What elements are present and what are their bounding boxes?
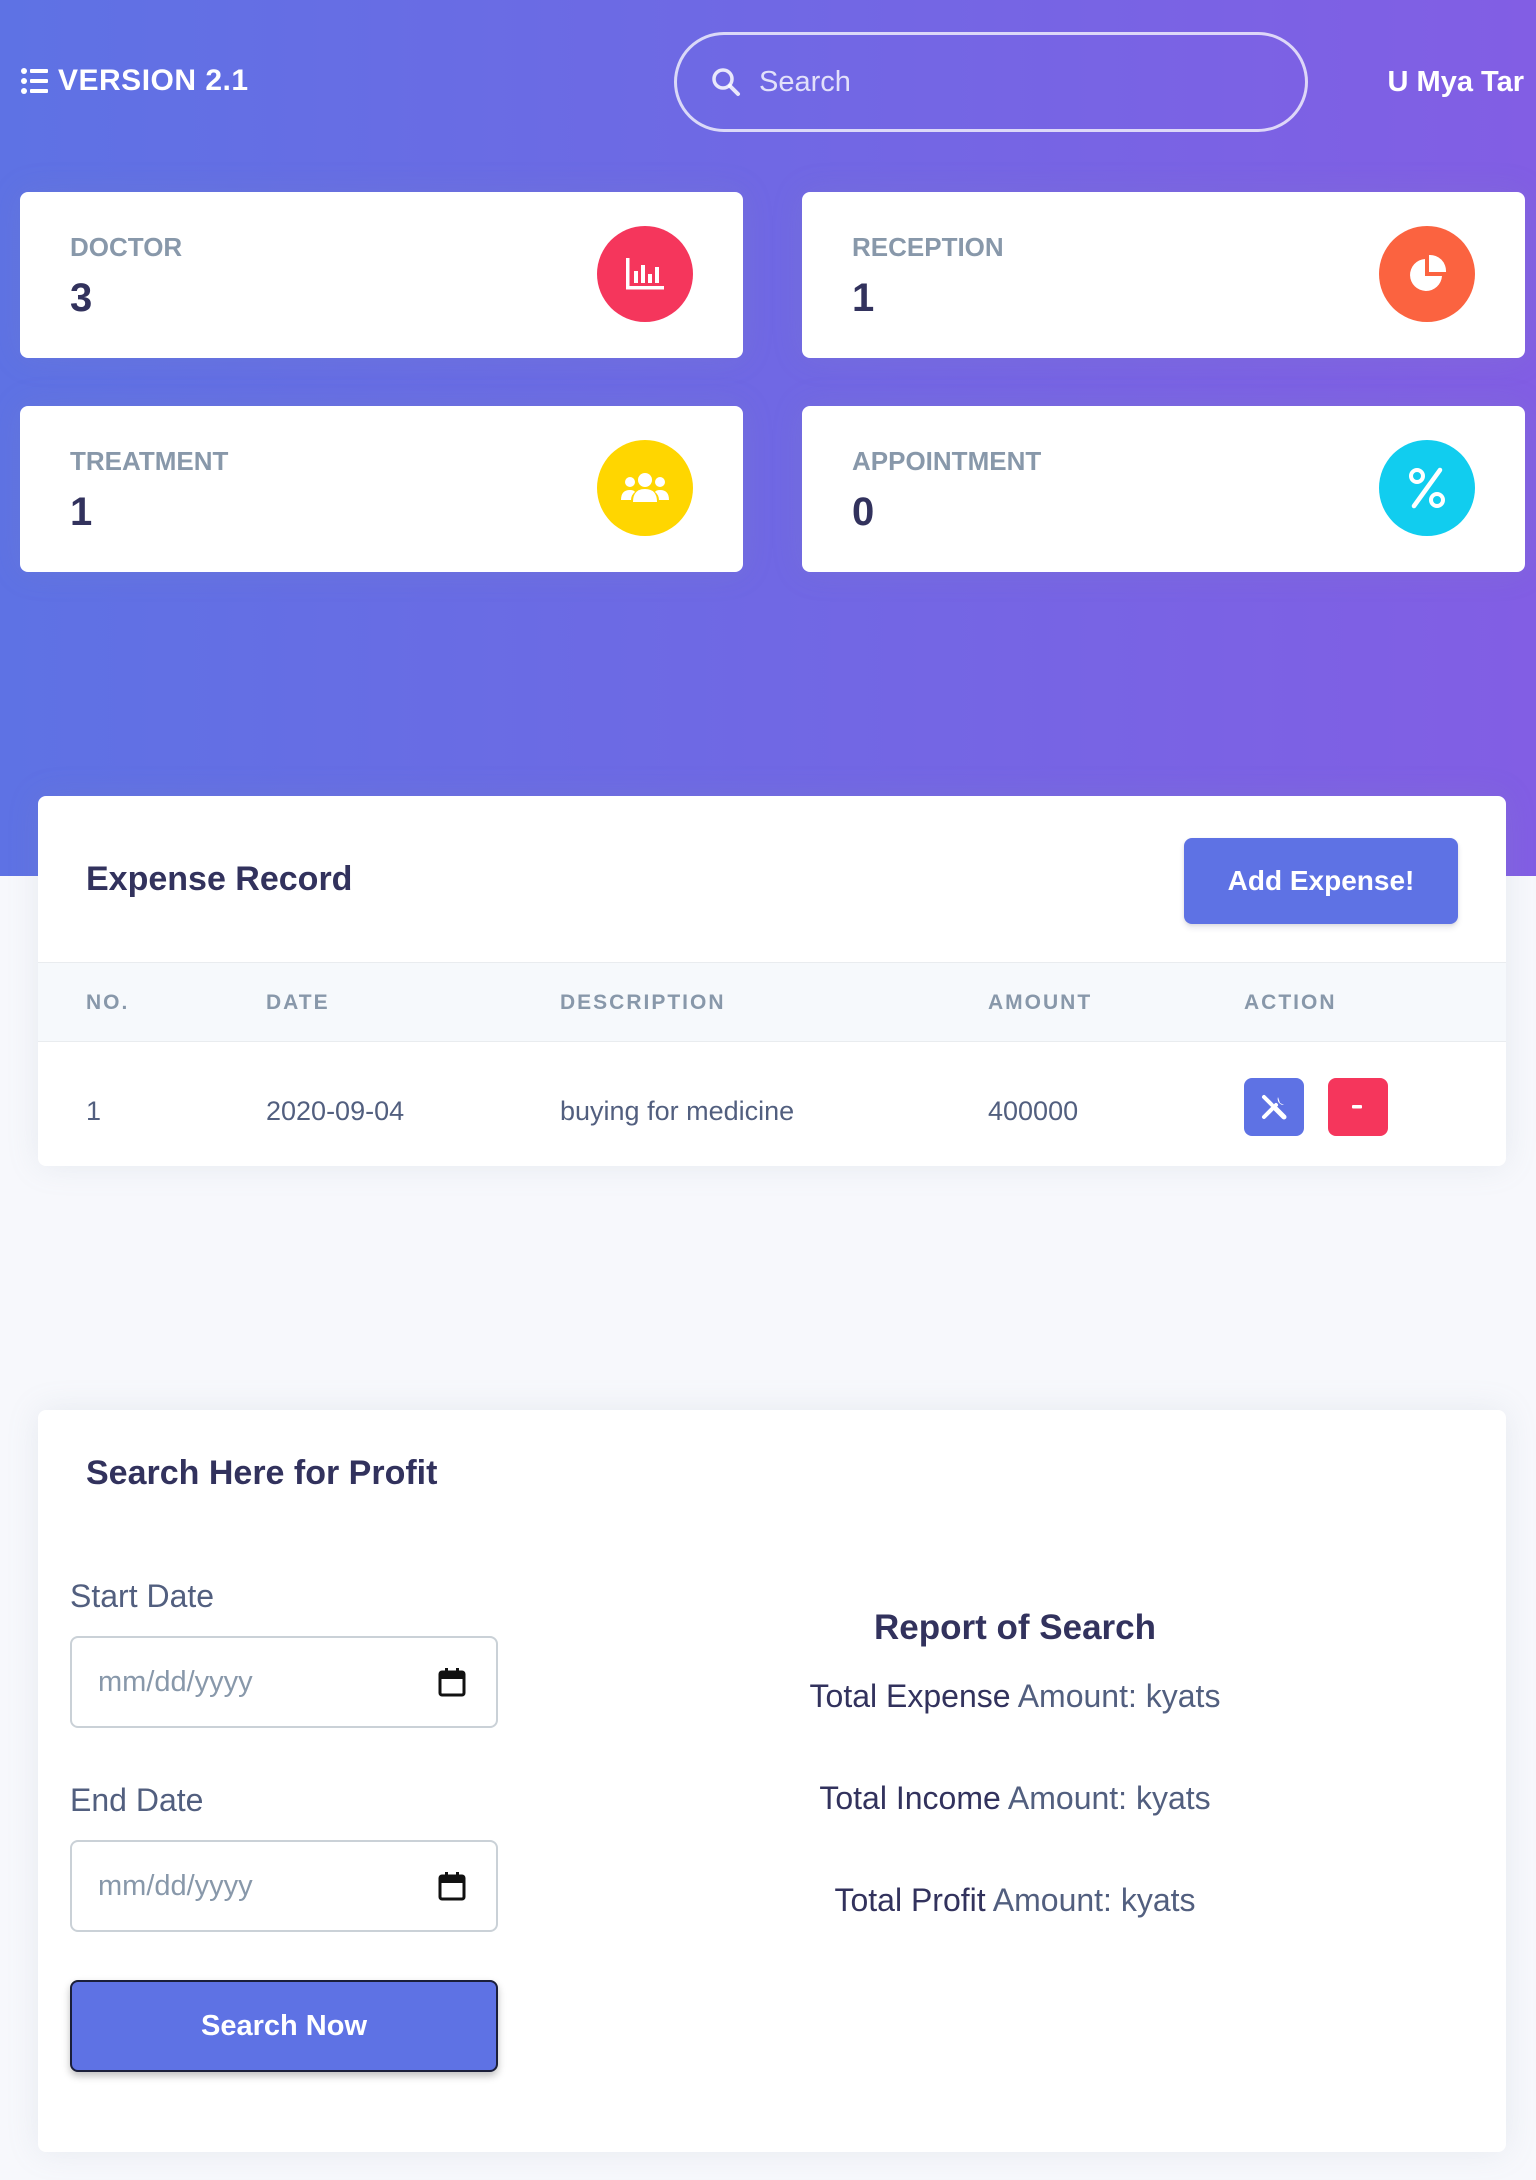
brand-label: VERSION 2.1: [58, 64, 249, 97]
column-header-date: DATE: [266, 991, 330, 1014]
report-label: Total Profit: [834, 1882, 986, 1918]
stat-value: 3: [70, 276, 93, 320]
end-date-input[interactable]: mm/dd/yyyy: [70, 1840, 498, 1932]
column-header-no: NO.: [86, 991, 130, 1014]
search-now-button[interactable]: Search Now: [70, 1980, 498, 2072]
column-header-amount: AMOUNT: [988, 991, 1093, 1014]
end-date-label: End Date: [70, 1782, 204, 1818]
user-name[interactable]: U Mya Tar: [1388, 66, 1524, 99]
report-line-profit: Total Profit Amount: kyats: [665, 1882, 1365, 1919]
report-label: Total Expense: [809, 1678, 1011, 1714]
report-title: Report of Search: [874, 1608, 1156, 1647]
search-bar[interactable]: [674, 32, 1308, 132]
add-expense-button[interactable]: Add Expense!: [1184, 838, 1458, 924]
stat-title: DOCTOR: [70, 232, 183, 262]
stat-value: 0: [852, 490, 875, 534]
column-header-action: ACTION: [1244, 991, 1337, 1014]
expense-record-card: Expense Record Add Expense! NO. DATE DES…: [38, 796, 1506, 1166]
search-icon: [712, 68, 740, 96]
edit-button[interactable]: [1244, 1078, 1304, 1136]
stat-value: 1: [852, 276, 875, 320]
report-suffix: Amount: kyats: [992, 1882, 1196, 1918]
stat-card-appointment: APPOINTMENT 0: [802, 406, 1525, 572]
stat-card-treatment: TREATMENT 1: [20, 406, 743, 572]
brand[interactable]: VERSION 2.1: [20, 64, 249, 98]
pie-chart-icon: [1379, 226, 1475, 322]
percent-icon: [1379, 440, 1475, 536]
start-date-placeholder: mm/dd/yyyy: [98, 1665, 253, 1698]
users-icon: [597, 440, 693, 536]
stat-title: APPOINTMENT: [852, 446, 1042, 476]
list-icon: [21, 68, 48, 94]
profit-title: Search Here for Profit: [86, 1454, 438, 1492]
top-navbar: VERSION 2.1 U Mya Tar: [0, 0, 1536, 170]
stat-title: RECEPTION: [852, 232, 1004, 262]
stat-value: 1: [70, 490, 93, 534]
search-input[interactable]: [759, 65, 1239, 99]
start-date-input[interactable]: mm/dd/yyyy: [70, 1636, 498, 1728]
report-line-income: Total Income Amount: kyats: [665, 1780, 1365, 1817]
end-date-placeholder: mm/dd/yyyy: [98, 1869, 253, 1902]
calendar-icon[interactable]: [438, 1667, 466, 1697]
cell-date: 2020-09-04: [266, 1096, 405, 1126]
stat-card-reception: RECEPTION 1: [802, 192, 1525, 358]
report-suffix: Amount: kyats: [1017, 1678, 1221, 1714]
column-header-description: DESCRIPTION: [560, 991, 726, 1014]
calendar-icon[interactable]: [438, 1871, 466, 1901]
report-label: Total Income: [819, 1780, 1001, 1816]
expense-title: Expense Record: [86, 860, 353, 898]
cell-no: 1: [86, 1096, 102, 1126]
stat-title: TREATMENT: [70, 446, 229, 476]
tools-icon: [1262, 1095, 1287, 1120]
bar-chart-icon: [597, 226, 693, 322]
stat-card-doctor: DOCTOR 3: [20, 192, 743, 358]
report-line-expense: Total Expense Amount: kyats: [665, 1678, 1365, 1715]
start-date-label: Start Date: [70, 1578, 215, 1614]
report-suffix: Amount: kyats: [1007, 1780, 1211, 1816]
table-header: NO. DATE DESCRIPTION AMOUNT ACTION: [38, 962, 1506, 1042]
minus-icon: [1352, 1105, 1362, 1109]
report-panel: Report of Search Total Expense Amount: k…: [665, 1600, 1365, 1940]
cell-amount: 400000: [988, 1096, 1079, 1126]
cell-description: buying for medicine: [560, 1096, 795, 1126]
delete-button[interactable]: [1328, 1078, 1388, 1136]
